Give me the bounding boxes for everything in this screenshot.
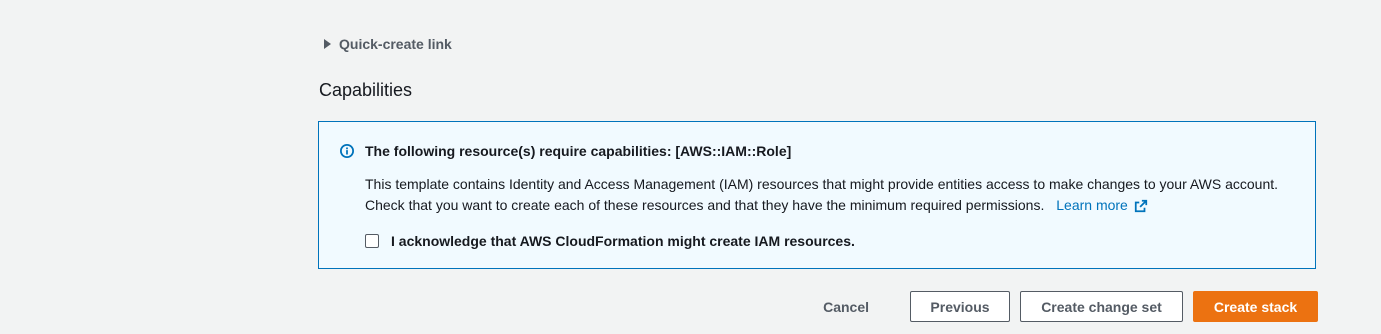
info-icon <box>340 144 354 158</box>
alert-body-line-2: Check that you want to create each of th… <box>365 195 1278 216</box>
acknowledge-iam-label[interactable]: I acknowledge that AWS CloudFormation mi… <box>391 233 855 249</box>
alert-body-line-1: This template contains Identity and Acce… <box>365 176 1279 192</box>
previous-button[interactable]: Previous <box>910 291 1010 322</box>
caret-right-icon <box>324 39 331 49</box>
alert-title: The following resource(s) require capabi… <box>365 143 792 159</box>
acknowledge-row: I acknowledge that AWS CloudFormation mi… <box>365 233 855 249</box>
create-change-set-button[interactable]: Create change set <box>1020 291 1183 322</box>
create-stack-button[interactable]: Create stack <box>1193 291 1318 322</box>
quick-create-link-expander[interactable]: Quick-create link <box>324 36 452 52</box>
page: Quick-create link Capabilities The follo… <box>0 0 1381 334</box>
learn-more-label: Learn more <box>1056 197 1128 213</box>
learn-more-link[interactable]: Learn more <box>1056 195 1148 216</box>
acknowledge-iam-checkbox[interactable] <box>365 234 379 248</box>
capabilities-info-alert: The following resource(s) require capabi… <box>318 121 1316 269</box>
capabilities-heading: Capabilities <box>319 80 413 100</box>
cancel-button[interactable]: Cancel <box>803 291 889 322</box>
wizard-actions: Cancel Previous Create change set Create… <box>803 291 1318 322</box>
alert-body: This template contains Identity and Acce… <box>365 174 1278 216</box>
external-link-icon <box>1134 199 1147 212</box>
quick-create-link-label: Quick-create link <box>339 36 452 52</box>
alert-body-line-2-text: Check that you want to create each of th… <box>365 197 1045 213</box>
